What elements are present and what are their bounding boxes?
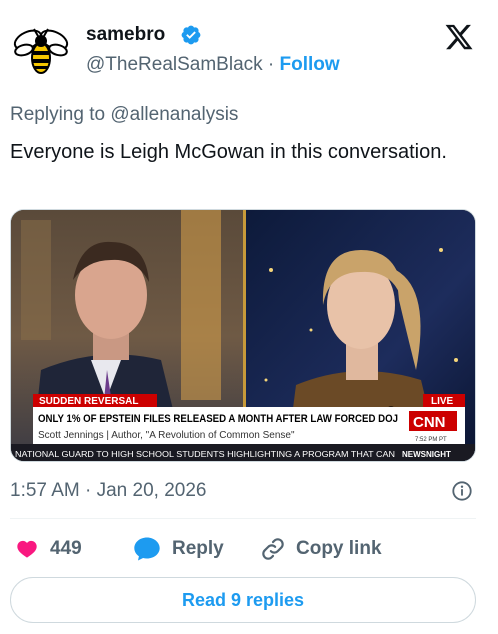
timestamp-separator: · — [85, 480, 92, 501]
ticker: NATIONAL GUARD TO HIGH SCHOOL STUDENTS H… — [15, 450, 395, 459]
copy-link-button[interactable]: Copy link — [260, 534, 382, 564]
author-name[interactable]: samebro — [86, 24, 165, 46]
guest-line: Scott Jennings | Author, "A Revolution o… — [38, 430, 295, 441]
reply-button[interactable]: Reply — [132, 534, 224, 564]
reply-label: Reply — [172, 538, 224, 559]
author-handle[interactable]: @TheRealSamBlack — [86, 54, 263, 75]
verified-badge-icon — [181, 25, 201, 45]
x-logo-icon[interactable] — [444, 22, 474, 52]
live-label: LIVE — [431, 396, 454, 407]
tweet-header: samebro @TheRealSamBlack · Follow — [0, 0, 498, 96]
copy-link-label: Copy link — [296, 538, 382, 559]
network-logo: CNN — [413, 414, 446, 431]
link-icon — [262, 538, 284, 560]
tweet-media[interactable]: SUDDEN REVERSAL LIVE ONLY 1% OF EPSTEIN … — [10, 209, 476, 462]
handle-separator: · — [267, 54, 275, 75]
like-button[interactable]: 449 — [14, 534, 82, 564]
time: 1:57 AM — [10, 480, 80, 501]
date: Jan 20, 2026 — [96, 480, 207, 501]
clock: 7:52 PM PT — [415, 437, 447, 443]
divider — [10, 518, 476, 519]
replying-to-mention[interactable]: @allenanalysis — [110, 104, 238, 125]
action-bar: 449 Reply Copy link — [10, 534, 476, 564]
like-count: 449 — [50, 538, 82, 559]
tweet-text: Everyone is Leigh McGowan in this conver… — [10, 141, 447, 163]
headline: ONLY 1% OF EPSTEIN FILES RELEASED A MONT… — [38, 413, 398, 425]
replying-to: Replying to @allenanalysis — [10, 104, 238, 126]
speech-bubble-icon — [134, 537, 160, 561]
ticker-tag: NEWSNIGHT — [402, 450, 451, 459]
video-still: SUDDEN REVERSAL LIVE ONLY 1% OF EPSTEIN … — [11, 210, 475, 461]
replying-to-prefix: Replying to — [10, 104, 106, 125]
banner-tag: SUDDEN REVERSAL — [39, 396, 138, 407]
heart-icon — [17, 540, 37, 558]
read-replies-button[interactable]: Read 9 replies — [10, 577, 476, 623]
avatar[interactable] — [10, 20, 72, 82]
info-icon[interactable] — [451, 480, 473, 502]
follow-button[interactable]: Follow — [280, 54, 340, 75]
author-handle-row: @TheRealSamBlack · Follow — [86, 54, 340, 76]
bee-icon — [13, 28, 69, 74]
timestamp[interactable]: 1:57 AM · Jan 20, 2026 — [10, 480, 206, 502]
